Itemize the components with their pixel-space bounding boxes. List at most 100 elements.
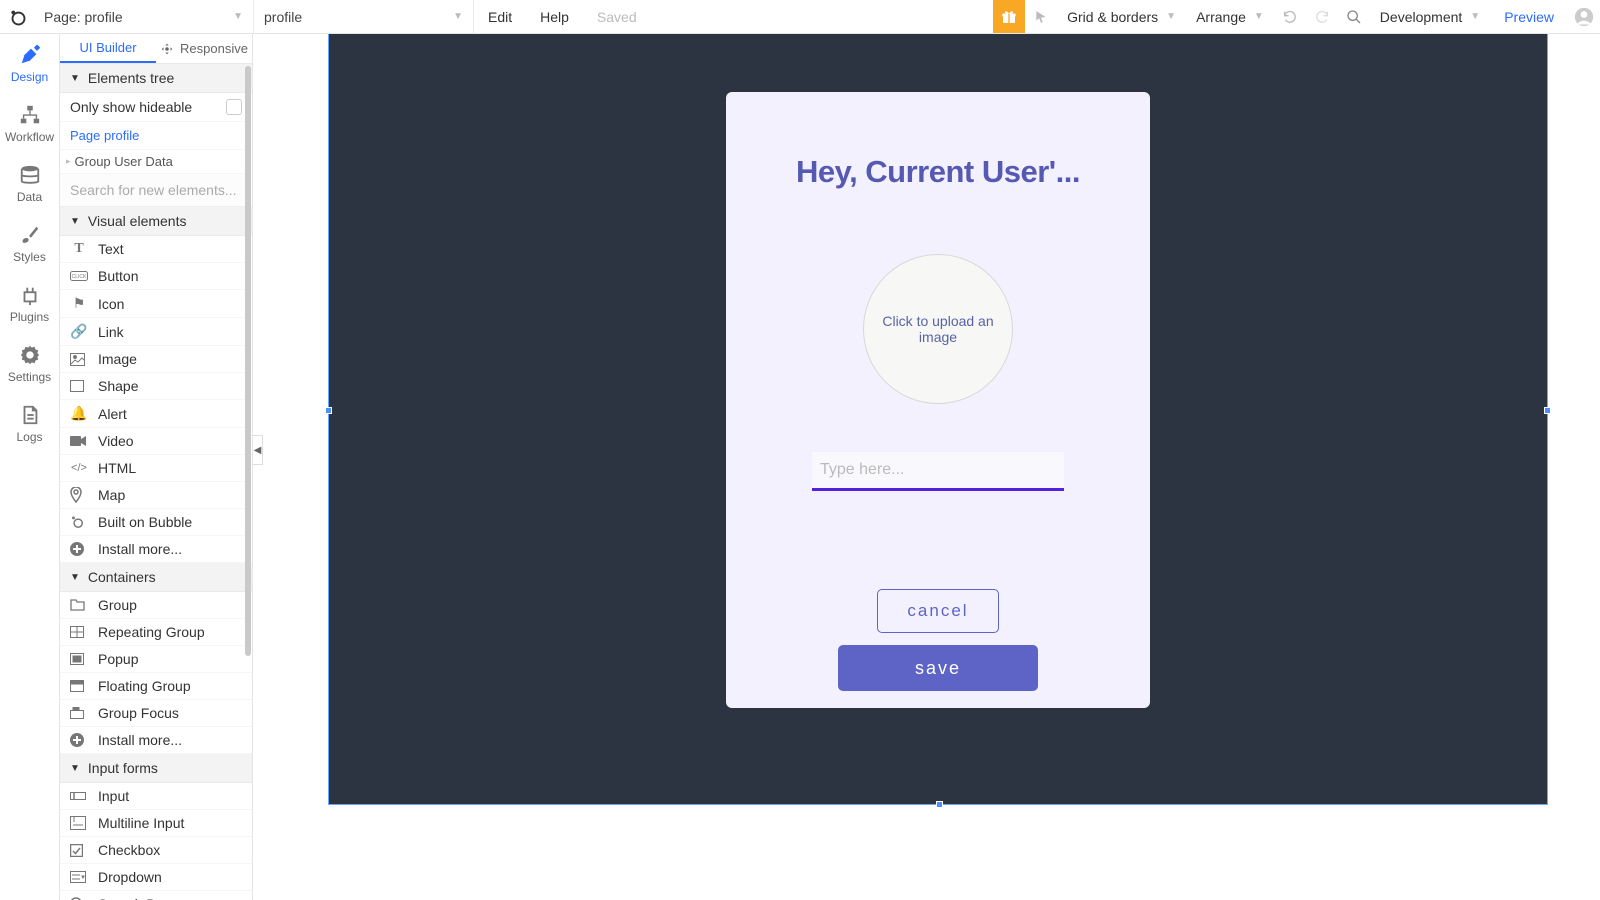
rail-settings[interactable]: Settings [0,334,59,394]
elements-tree-header[interactable]: ▼ Elements tree [60,64,252,93]
multiline-icon [70,816,88,830]
elem-popup[interactable]: Popup [60,646,252,673]
elem-label: Image [98,351,137,367]
gift-button[interactable] [993,0,1025,33]
elem-link[interactable]: 🔗Link [60,318,252,346]
search-elements-input[interactable] [60,174,252,207]
rail-plugins[interactable]: Plugins [0,274,59,334]
elem-label: Floating Group [98,678,191,694]
input-icon [70,790,88,802]
page-selector-label: Page: profile [44,9,123,25]
view-selector-label: profile [264,9,302,25]
cancel-button[interactable]: cancel [877,589,999,633]
rail-styles[interactable]: Styles [0,214,59,274]
spacer [651,0,994,33]
page-selector[interactable]: Page: profile ▼ [34,0,254,33]
left-rail: Design Workflow Data Styles Plugins Sett… [0,34,60,900]
elem-label: Alert [98,406,127,422]
elem-label: Video [98,433,134,449]
elem-button[interactable]: CLICKButton [60,263,252,290]
only-hideable-row[interactable]: Only show hideable [60,93,252,122]
rail-design-label: Design [11,70,48,84]
responsive-icon [160,42,174,56]
name-input[interactable] [812,452,1064,491]
card-title[interactable]: Hey, Current User'... [796,154,1080,190]
elem-install-more-2[interactable]: Install more... [60,727,252,754]
elem-input[interactable]: Input [60,783,252,810]
arrange-menu[interactable]: Arrange ▼ [1186,0,1274,33]
bubble-logo[interactable] [0,0,34,33]
video-icon [70,435,88,447]
elem-html[interactable]: </>HTML [60,455,252,482]
image-uploader[interactable]: Click to upload an image [863,254,1013,404]
edit-menu[interactable]: Edit [474,0,526,33]
rail-design[interactable]: Design [0,34,59,94]
code-icon: </> [70,462,88,474]
plugins-icon [19,284,41,306]
elem-image[interactable]: Image [60,346,252,373]
user-avatar[interactable] [1568,0,1600,33]
panel-scrollbar[interactable] [244,64,252,900]
only-hideable-label: Only show hideable [70,99,192,115]
chevron-down-icon: ▼ [233,11,243,22]
view-selector[interactable]: profile ▼ [254,0,474,33]
elem-label: Button [98,268,138,284]
visual-elements-header[interactable]: ▼ Visual elements [60,207,252,236]
chevron-down-icon: ▼ [1254,11,1264,22]
elem-checkbox[interactable]: Checkbox [60,837,252,864]
elem-icon[interactable]: ⚑Icon [60,290,252,318]
chevron-down-icon: ▼ [70,572,80,583]
elem-install-more[interactable]: Install more... [60,536,252,563]
undo-button[interactable] [1274,0,1306,33]
logs-icon [19,404,41,426]
selection-handle-left[interactable] [325,407,332,414]
elem-floating-group[interactable]: Floating Group [60,673,252,700]
input-forms-header[interactable]: ▼ Input forms [60,754,252,783]
elem-dropdown[interactable]: Dropdown [60,864,252,891]
only-hideable-checkbox[interactable] [226,99,242,115]
elem-multiline[interactable]: Multiline Input [60,810,252,837]
elem-group-focus[interactable]: Group Focus [60,700,252,727]
elem-text[interactable]: TText [60,236,252,263]
elem-shape[interactable]: Shape [60,373,252,400]
tab-ui-builder[interactable]: UI Builder [60,34,156,63]
selection-handle-bottom[interactable] [936,801,943,808]
scrollbar-thumb[interactable] [245,66,251,656]
preview-link[interactable]: Preview [1490,0,1568,33]
chevron-down-icon: ▼ [70,73,80,84]
elem-video[interactable]: Video [60,428,252,455]
containers-header[interactable]: ▼ Containers [60,563,252,592]
elem-searchbox[interactable]: Search Box [60,891,252,900]
tree-group-user-data[interactable]: ▸ Group User Data [60,150,252,174]
help-menu[interactable]: Help [526,0,583,33]
elem-group[interactable]: Group [60,592,252,619]
saved-status: Saved [583,0,651,33]
rail-data[interactable]: Data [0,154,59,214]
design-icon [19,44,41,66]
tree-page-profile[interactable]: Page profile [60,122,252,150]
selection-handle-right[interactable] [1544,407,1551,414]
cursor-icon[interactable] [1025,0,1057,33]
rail-logs-label: Logs [16,430,42,444]
canvas[interactable]: Hey, Current User'... Click to upload an… [263,34,1600,900]
popup-icon [70,653,88,665]
redo-button[interactable] [1306,0,1338,33]
tab-responsive[interactable]: Responsive [156,34,252,63]
elem-label: Install more... [98,732,182,748]
elem-map[interactable]: Map [60,482,252,509]
profile-card[interactable]: Hey, Current User'... Click to upload an… [726,92,1150,708]
grid-borders-menu[interactable]: Grid & borders ▼ [1057,0,1186,33]
canvas-page[interactable]: Hey, Current User'... Click to upload an… [329,34,1547,804]
elem-alert[interactable]: 🔔Alert [60,400,252,428]
save-button[interactable]: save [838,645,1038,691]
panel-scroll[interactable]: ▼ Elements tree Only show hideable Page … [60,64,252,900]
elem-repeating-group[interactable]: Repeating Group [60,619,252,646]
rail-workflow[interactable]: Workflow [0,94,59,154]
collapse-panel-handle[interactable]: ◀ [253,435,263,465]
environment-selector[interactable]: Development ▼ [1370,0,1490,33]
workflow-icon [19,104,41,126]
search-button[interactable] [1338,0,1370,33]
floating-icon [70,680,88,692]
elem-built-on-bubble[interactable]: Built on Bubble [60,509,252,536]
rail-logs[interactable]: Logs [0,394,59,454]
